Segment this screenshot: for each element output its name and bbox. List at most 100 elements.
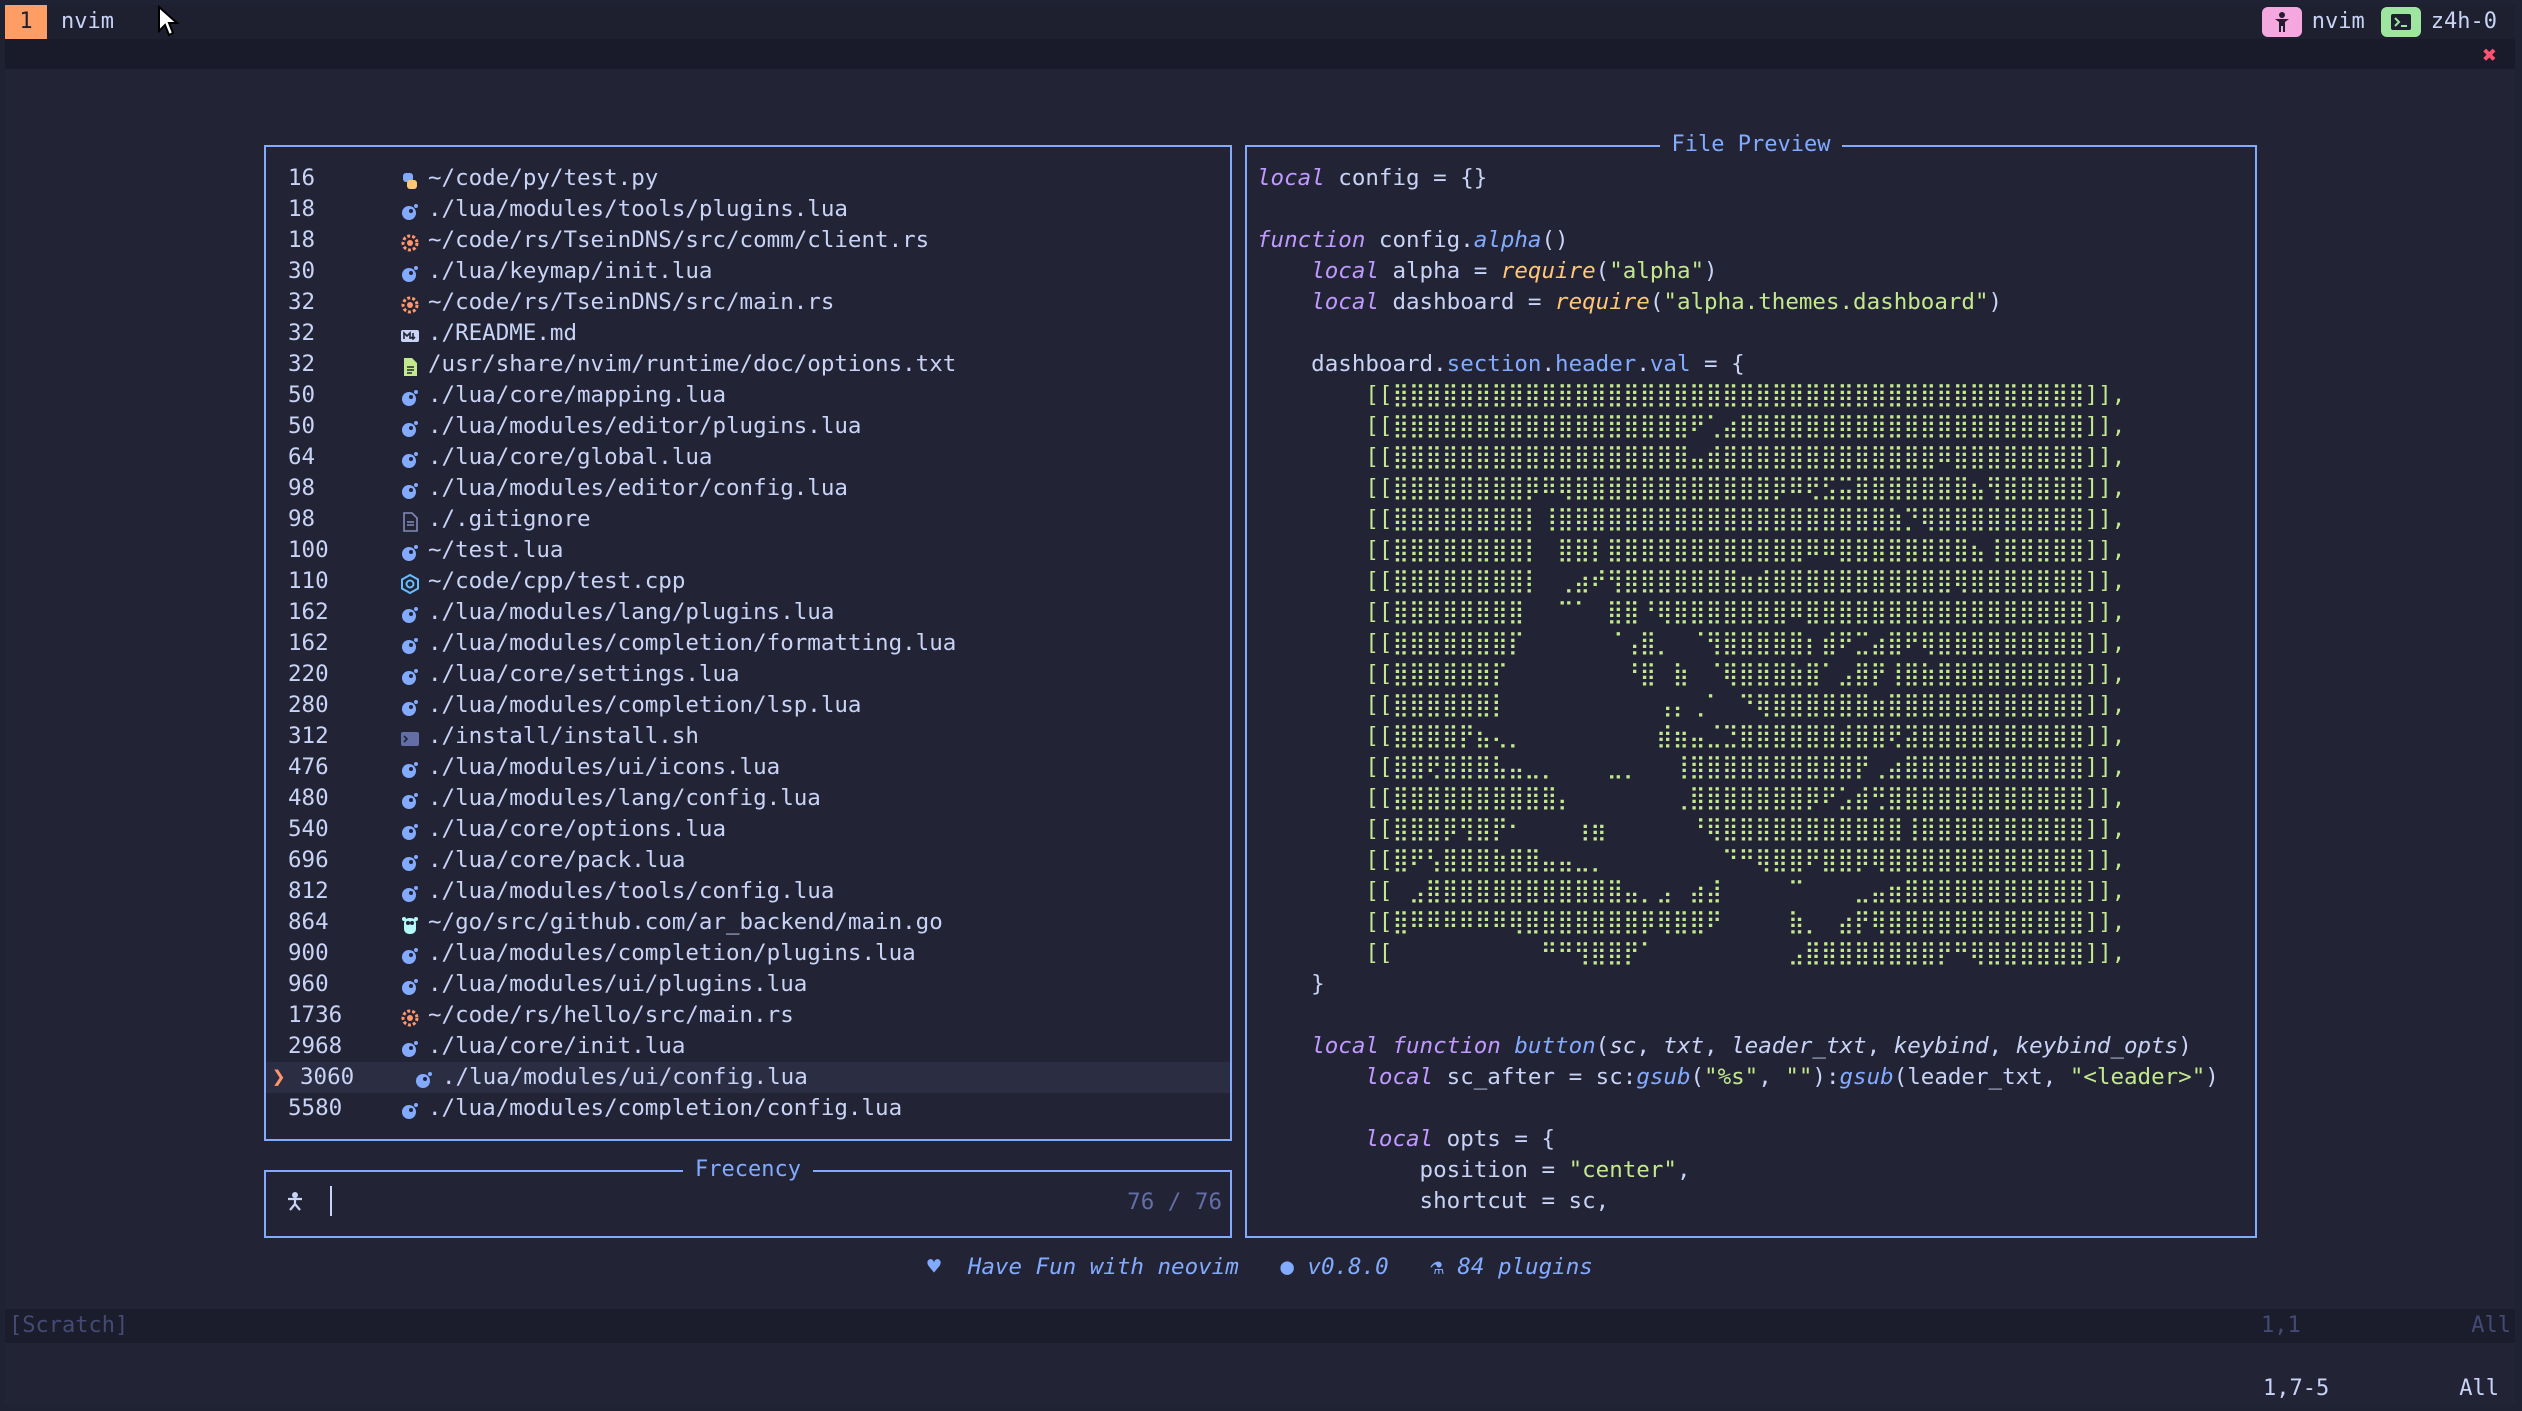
result-path: ./README.md (428, 320, 578, 346)
code-token: , (1636, 1033, 1664, 1059)
result-path: ./lua/core/settings.lua (428, 661, 740, 687)
code-token: gsub (1636, 1064, 1691, 1090)
result-row[interactable]: 162 ./lua/modules/completion/formatting.l… (266, 628, 1230, 659)
result-row[interactable]: 50 ./lua/modules/editor/plugins.lua (266, 411, 1230, 442)
prompt-input[interactable] (330, 1186, 332, 1216)
code-token: ) (2205, 1064, 2219, 1090)
result-row[interactable]: 476 ./lua/modules/ui/icons.lua (266, 752, 1230, 783)
result-row[interactable]: 32 ./README.md (266, 318, 1230, 349)
result-path: ./lua/modules/ui/plugins.lua (428, 971, 808, 997)
code-token: [[⠀⠀⠀⠀⠀⠀⠀⠀⠀⠛⠛⢻⣿⣿⡟⠁⠀⠀⠀⠀⠀⠀⠀⠀⣠⣿⣿⣿⣿⣿⣿⣿⣿⡟⠛⢿⣿⣿… (1365, 940, 2126, 966)
code-token: position = (1257, 1157, 1569, 1183)
result-path: ~/code/py/test.py (428, 165, 659, 191)
result-row[interactable]: 110 ~/code/cpp/test.cpp (266, 566, 1230, 597)
result-path: ./lua/modules/completion/config.lua (428, 1095, 903, 1121)
close-icon[interactable]: ✖ (2483, 41, 2497, 69)
result-row[interactable]: 100 ~/test.lua (266, 535, 1230, 566)
result-score: 32 (288, 351, 316, 377)
result-row[interactable]: 50 ./lua/core/mapping.lua (266, 380, 1230, 411)
result-row[interactable]: 5580 ./lua/modules/completion/config.lua (266, 1093, 1230, 1124)
telescope-preview-panel: File Preview local config = {} function … (1245, 132, 2257, 1238)
file-icon (400, 510, 420, 532)
code-token: [[⣿⠿⠿⠿⠿⠿⠿⢿⣿⣿⣿⣿⣿⣿⣿⡿⢿⣿⣿⠟⠀⠀⠀⠀⣷⡀⠀⣴⡟⢿⣿⣿⣿⣿⣿⣿⣿⣿… (1365, 909, 2126, 935)
code-token: opts = { (1433, 1126, 1556, 1152)
result-row[interactable]: 18 ./lua/modules/tools/plugins.lua (266, 194, 1230, 225)
code-token: ) (2178, 1033, 2192, 1059)
code-line: function config.alpha() (1257, 225, 2247, 256)
result-row[interactable]: 540 ./lua/core/options.lua (266, 814, 1230, 845)
code-line: dashboard.section.header.val = { (1257, 349, 2247, 380)
statusline: [Scratch] 1,1 All (5, 1309, 2515, 1343)
result-row[interactable]: 900 ./lua/modules/completion/plugins.lua (266, 938, 1230, 969)
result-score: 312 (288, 723, 329, 749)
result-path: ./lua/modules/tools/config.lua (428, 878, 835, 904)
code-token: function (1257, 227, 1366, 253)
footer-version: v0.8.0 (1307, 1254, 1389, 1280)
code-token: [[⣿⣿⣿⣿⣿⣿⣿⣿⣿⣿⣿⣿⣿⣿⣿⣿⣿⣿⣿⣿⣿⣿⣿⣿⣿⣿⣿⣿⣿⣿⣿⣿⣿⣿⣿⣿⣿⣿… (1365, 382, 2126, 408)
result-row[interactable]: 312 ./install/install.sh (266, 721, 1230, 752)
result-row[interactable]: 2968 ./lua/core/init.lua (266, 1031, 1230, 1062)
code-token: } (1257, 971, 1325, 997)
lua-icon (400, 696, 420, 716)
lua-icon (400, 541, 420, 561)
dashboard-footer: ♥ Have Fun with neovim ● v0.8.0 ⚗ 84 plu… (5, 1251, 2515, 1283)
lua-icon (400, 975, 420, 995)
tmux-window-name[interactable]: nvim (61, 5, 114, 39)
code-token: , (1676, 1157, 1691, 1183)
code-token: . (1636, 351, 1650, 377)
code-token: [[⣿⣿⣿⣿⣿⣿⣿⣿⡇⠀⢀⣴⠞⢻⣿⣿⣿⣿⣿⣿⣿⣶⣾⣿⣿⣿⣿⣿⣿⣿⣿⣿⣿⣿⢿⣿⣿⣿… (1365, 568, 2126, 594)
footer-message: Have Fun with neovim (967, 1254, 1239, 1280)
result-path: ./lua/modules/completion/plugins.lua (428, 940, 916, 966)
code-token: alpha = (1378, 258, 1501, 284)
result-score: 476 (288, 754, 329, 780)
result-row[interactable]: 960 ./lua/modules/ui/plugins.lua (266, 969, 1230, 1000)
command-line[interactable]: 1,7-5 All (5, 1373, 2515, 1405)
code-line: [[⣿⣿⣿⣿⡟⣦⢄⡀⠀⠀⠀⠀⠀⠀⠀⠀⣾⣶⣤⣈⣙⣿⣿⣿⣿⣿⣿⣾⣿⣿⢟⣽⣿⣿⣿⣿⣿⣿… (1257, 721, 2247, 752)
result-row[interactable]: 220 ./lua/core/settings.lua (266, 659, 1230, 690)
code-token: require (1500, 258, 1596, 284)
lua-icon (400, 820, 420, 840)
code-token: [[⠀⣠⣿⣿⣿⣿⣿⣿⣿⣿⣿⣿⣿⣿⣤⡀⣠⠀⣴⣼⠀⠀⠀⠀⠉⠀⠀⠀⣀⣤⣶⣿⣿⣿⣿⣿⣿⣿… (1365, 878, 2126, 904)
result-score: 110 (288, 568, 329, 594)
result-row[interactable]: 98 ./lua/modules/editor/config.lua (266, 473, 1230, 504)
result-row[interactable]: 812 ./lua/modules/tools/config.lua (266, 876, 1230, 907)
result-path: ./lua/keymap/init.lua (428, 258, 713, 284)
result-row[interactable]: 16 ~/code/py/test.py (266, 163, 1230, 194)
result-score: 864 (288, 909, 329, 935)
result-row[interactable]: 64 ./lua/core/global.lua (266, 442, 1230, 473)
code-token: config = {} (1324, 165, 1488, 191)
lua-icon (400, 758, 420, 778)
result-row[interactable]: 30 ./lua/keymap/init.lua (266, 256, 1230, 287)
result-row[interactable]: 98 ./.gitignore (266, 504, 1230, 535)
code-token: (leader_txt, (1893, 1064, 2070, 1090)
lua-icon (400, 789, 420, 809)
code-token: [[⣿⣿⣿⣿⣿⣿⣿⡏⠀⠀⠀⠀⠀⠈⢠⣿⡀⠀⠈⢻⣿⣿⣿⣿⣿⡆⣾⠟⣉⣴⣿⠟⢿⣿⣿⣿⣿⣿… (1365, 630, 2126, 656)
tmux-host-label: z4h-0 (2430, 9, 2497, 34)
result-row[interactable]: 162 ./lua/modules/lang/plugins.lua (266, 597, 1230, 628)
code-token: [[⣿⣿⣿⣿⣿⣿⣿⣿⠀⠀⠉⠁⠀⣿⣿⠘⢿⣿⣿⣿⣿⣿⣿⣿⠿⣿⣿⣿⣿⣿⣿⣿⣿⣿⣿⣿⣿⣿… (1365, 599, 2126, 625)
lua-icon (400, 603, 420, 623)
result-row[interactable]: 864 ~/go/src/github.com/ar_backend/main.g… (266, 907, 1230, 938)
code-line: } (1257, 969, 2247, 1000)
result-score: 480 (288, 785, 329, 811)
result-row[interactable]: 696 ./lua/core/pack.lua (266, 845, 1230, 876)
result-row[interactable]: 18 ~/code/rs/TseinDNS/src/comm/client.rs (266, 225, 1230, 256)
code-line: shortcut = sc, (1257, 1186, 2247, 1217)
result-row-selected[interactable]: ❯ 3060 ./lua/modules/ui/config.lua (266, 1062, 1230, 1093)
code-line: [[⠀⠀⠀⠀⠀⠀⠀⠀⠀⠛⠛⢻⣿⣿⡟⠁⠀⠀⠀⠀⠀⠀⠀⠀⣠⣿⣿⣿⣿⣿⣿⣿⣿⡟⠛⢿⣿⣿… (1257, 938, 2247, 969)
result-path: ./lua/core/pack.lua (428, 847, 686, 873)
result-row[interactable]: 480 ./lua/modules/lang/config.lua (266, 783, 1230, 814)
telescope-prompt-panel[interactable]: Frecency 76 / 76 (264, 1157, 1232, 1238)
code-line: local config = {} (1257, 163, 2247, 194)
result-row[interactable]: 32 ~/code/rs/TseinDNS/src/main.rs (266, 287, 1230, 318)
result-row[interactable]: 1736 ~/code/rs/hello/src/main.rs (266, 1000, 1230, 1031)
tmux-window-number[interactable]: 1 (5, 5, 47, 39)
code-token: ) (1704, 258, 1718, 284)
result-row[interactable]: 280 ./lua/modules/completion/lsp.lua (266, 690, 1230, 721)
result-row[interactable]: 32/usr/share/nvim/runtime/doc/options.tx… (266, 349, 1230, 380)
